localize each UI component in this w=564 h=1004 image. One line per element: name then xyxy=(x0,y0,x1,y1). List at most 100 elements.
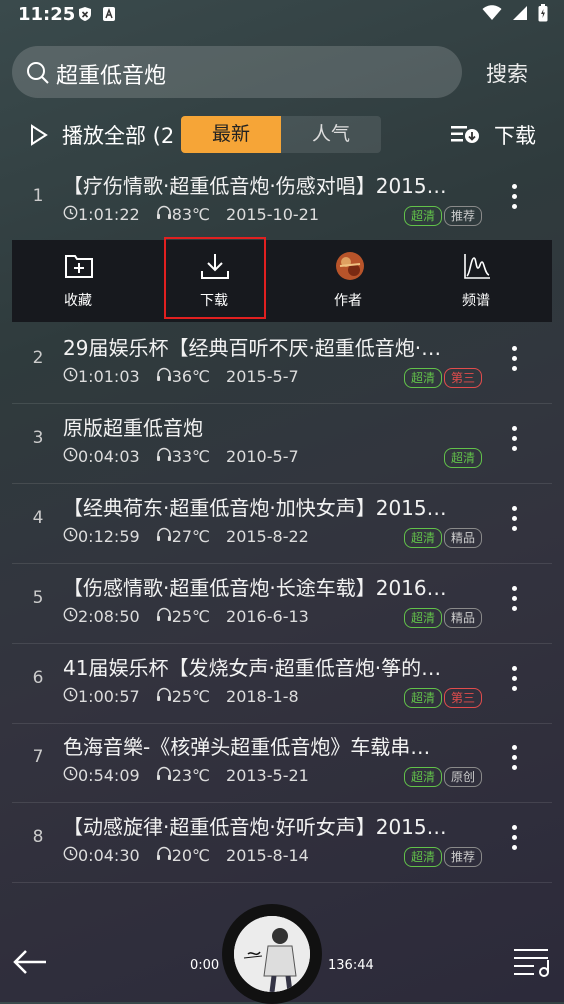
album-disc[interactable] xyxy=(222,904,322,1004)
song-row[interactable]: 3 原版超重低音炮 0:04:03 33℃ 2010-5-7 超清 xyxy=(12,404,552,484)
song-date: 2016-6-13 xyxy=(226,607,309,626)
song-tags: 超清 xyxy=(443,448,482,468)
song-number: 7 xyxy=(32,747,44,767)
song-row[interactable]: 4 【经典荷东·超重低音炮·加快女声】2015… 0:12:59 27℃ 2015-8-… xyxy=(12,484,552,564)
song-title[interactable]: 【动感旋律·超重低音炮·好听女声】2015… xyxy=(63,811,483,840)
status-time: 11:25 xyxy=(18,4,76,25)
song-row[interactable]: 1 【疗伤情歌·超重低音炮·伤感对唱】2015… 1:01:22 83℃ 2015-10… xyxy=(12,162,552,242)
spectrum-action[interactable]: 频谱 xyxy=(426,240,526,322)
notification-icons xyxy=(78,6,116,22)
song-heat: 25℃ xyxy=(171,687,211,706)
song-title[interactable]: 色海音樂-《核弹头超重低音炮》车载串… xyxy=(63,731,483,760)
search-bar[interactable]: 超重低音炮 xyxy=(12,46,462,98)
more-vertical-icon[interactable] xyxy=(510,506,518,536)
more-vertical-icon[interactable] xyxy=(510,586,518,616)
tab-newest[interactable]: 最新 xyxy=(181,116,281,153)
signal-icon xyxy=(512,5,528,25)
author-action[interactable]: 作者 xyxy=(298,240,398,322)
quality-tag: 超清 xyxy=(403,368,442,388)
favorite-label: 收藏 xyxy=(64,293,92,309)
search-button[interactable]: 搜索 xyxy=(486,58,528,88)
search-icon xyxy=(26,61,50,89)
song-date: 2015-8-22 xyxy=(226,527,309,546)
author-label: 作者 xyxy=(334,293,362,309)
song-date: 2015-5-7 xyxy=(226,367,299,386)
headphones-icon xyxy=(156,846,172,865)
song-title[interactable]: 【疗伤情歌·超重低音炮·伤感对唱】2015… xyxy=(63,170,483,199)
more-vertical-icon[interactable] xyxy=(510,184,518,214)
clock-icon xyxy=(63,607,78,626)
clock-icon xyxy=(63,766,78,785)
elapsed-time: 0:00 xyxy=(190,958,220,973)
more-vertical-icon[interactable] xyxy=(510,825,518,855)
system-icons xyxy=(482,4,548,26)
list-toolbar: 播放全部 (2 最新 人气 下载 xyxy=(0,112,564,158)
quality-tag: 第三 xyxy=(443,368,482,388)
headphones-icon xyxy=(156,687,172,706)
quality-tag: 精品 xyxy=(443,608,482,628)
song-duration: 2:08:50 xyxy=(78,607,140,626)
song-meta: 0:04:03 33℃ 2010-5-7 xyxy=(63,447,299,466)
favorite-action[interactable]: 收藏 xyxy=(28,240,128,322)
song-title[interactable]: 原版超重低音炮 xyxy=(63,412,483,441)
song-duration: 0:04:03 xyxy=(78,447,140,466)
quality-tag: 超清 xyxy=(403,847,442,867)
song-number: 6 xyxy=(32,668,44,688)
song-duration: 0:12:59 xyxy=(78,527,140,546)
song-meta: 0:12:59 27℃ 2015-8-22 xyxy=(63,527,309,546)
song-tags: 超清 推荐 xyxy=(403,206,482,226)
quality-tag: 原创 xyxy=(443,767,482,787)
more-vertical-icon[interactable] xyxy=(510,745,518,775)
song-title[interactable]: 【伤感情歌·超重低音炮·长途车载】2016… xyxy=(63,572,483,601)
more-vertical-icon[interactable] xyxy=(510,426,518,456)
song-heat: 33℃ xyxy=(171,447,211,466)
quality-tag: 超清 xyxy=(403,528,442,548)
play-icon[interactable] xyxy=(30,124,48,150)
quality-tag: 超清 xyxy=(403,206,442,226)
clock-icon xyxy=(63,367,78,386)
song-heat: 27℃ xyxy=(171,527,211,546)
song-duration: 0:04:30 xyxy=(78,846,140,865)
batch-download-icon[interactable] xyxy=(450,124,480,148)
song-number: 3 xyxy=(32,428,44,448)
song-row[interactable]: 7 色海音樂-《核弹头超重低音炮》车载串… 0:54:09 23℃ 2013-5-21 超… xyxy=(12,723,552,803)
song-tags: 超清 第三 xyxy=(403,368,482,388)
song-row[interactable]: 8 【动感旋律·超重低音炮·好听女声】2015… 0:04:30 20℃ 2015-8-… xyxy=(12,803,552,883)
highlight-box xyxy=(164,237,266,319)
song-heat: 36℃ xyxy=(171,367,211,386)
playlist-icon[interactable] xyxy=(512,946,552,982)
clock-icon xyxy=(63,447,78,466)
quality-tag: 超清 xyxy=(403,688,442,708)
add-folder-icon xyxy=(64,252,94,280)
search-input[interactable]: 超重低音炮 xyxy=(56,58,166,90)
song-tags: 超清 推荐 xyxy=(403,847,482,867)
more-vertical-icon[interactable] xyxy=(510,666,518,696)
play-all-button[interactable]: 播放全部 (2 xyxy=(62,120,174,150)
back-arrow-icon[interactable] xyxy=(12,948,48,980)
batch-download-button[interactable]: 下载 xyxy=(494,120,536,150)
song-row[interactable]: 2 29届娱乐杯【经典百听不厌·超重低音炮·… 1:01:03 36℃ 2015-5-7… xyxy=(12,324,552,404)
song-number: 4 xyxy=(32,508,44,528)
song-date: 2018-1-8 xyxy=(226,687,299,706)
sort-toggle: 最新 人气 xyxy=(181,116,381,153)
song-duration: 1:01:03 xyxy=(78,367,140,386)
more-vertical-icon[interactable] xyxy=(510,346,518,376)
album-cover xyxy=(234,916,310,992)
player-bar: 0:00 136:44 xyxy=(0,900,564,1004)
song-date: 2015-10-21 xyxy=(226,205,319,224)
wifi-icon xyxy=(482,5,502,25)
author-avatar-icon xyxy=(334,252,364,280)
song-number: 8 xyxy=(32,827,44,847)
song-action-panel: 收藏 下载 作者 频谱 xyxy=(12,237,552,322)
song-number: 1 xyxy=(32,186,44,206)
song-title[interactable]: 【经典荷东·超重低音炮·加快女声】2015… xyxy=(63,492,483,521)
song-row[interactable]: 6 41届娱乐杯【发烧女声·超重低音炮·筝的… 1:00:57 25℃ 2018-1-8… xyxy=(12,644,552,724)
song-title[interactable]: 29届娱乐杯【经典百听不厌·超重低音炮·… xyxy=(63,332,483,361)
song-title[interactable]: 41届娱乐杯【发烧女声·超重低音炮·筝的… xyxy=(63,652,483,681)
headphones-icon xyxy=(156,527,172,546)
song-row[interactable]: 5 【伤感情歌·超重低音炮·长途车载】2016… 2:08:50 25℃ 2016-6-… xyxy=(12,564,552,644)
song-meta: 0:54:09 23℃ 2013-5-21 xyxy=(63,766,309,785)
headphones-icon xyxy=(156,766,172,785)
tab-popular[interactable]: 人气 xyxy=(281,116,381,153)
app-notification-icon xyxy=(102,6,116,22)
